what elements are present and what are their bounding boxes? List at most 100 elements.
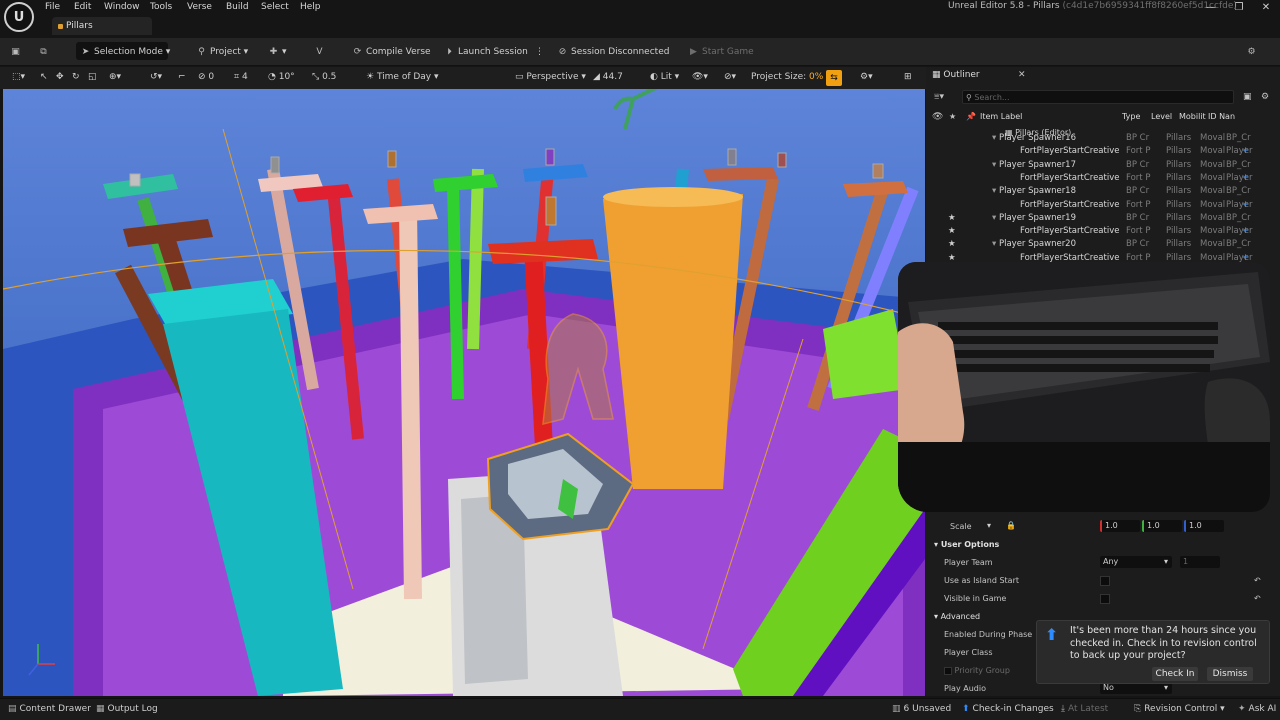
favorite-star-icon[interactable]: ★ (948, 239, 956, 249)
scale-x-field[interactable]: 1.0 (1100, 520, 1140, 532)
favorite-column-icon[interactable]: ★ (949, 112, 956, 121)
filter-icon[interactable]: ⩸▾ (934, 92, 944, 102)
expand-icon[interactable]: ▾ (992, 160, 999, 170)
menu-verse[interactable]: Verse (187, 2, 212, 12)
outliner-close-button[interactable]: ✕ (1018, 70, 1026, 80)
outliner-row[interactable]: FortPlayerStartCreative Fort P Pillars Mova… (926, 200, 1270, 213)
outliner-settings-icon[interactable]: ⚙ (1261, 92, 1269, 102)
add-component-icon[interactable]: + (1242, 173, 1249, 183)
layout-icon[interactable]: ⊞ (904, 72, 912, 82)
unreal-logo[interactable]: U (4, 2, 34, 32)
perspective-button[interactable]: ▭ Perspective ▾ (515, 72, 586, 82)
add-folder-icon[interactable]: ▣ (1243, 92, 1252, 102)
viewport-options-icon[interactable]: ⊘▾ (724, 72, 736, 82)
outliner-row[interactable]: ★ FortPlayerStartCreative Fort P Pillars Mov… (926, 226, 1270, 239)
column-type[interactable]: Type (1122, 112, 1140, 121)
rotate-tool-icon[interactable]: ↻ (72, 72, 80, 82)
use-as-island-start-checkbox[interactable] (1100, 576, 1110, 586)
user-options-section[interactable]: ▾ User Options (934, 540, 999, 549)
reset-island-start-icon[interactable]: ↶ (1254, 576, 1261, 585)
column-mobility[interactable]: Mobilit (1179, 112, 1206, 121)
add-actor-button[interactable]: ✚ ▾ (268, 44, 287, 60)
outliner-tab[interactable]: ▦ Outliner (932, 70, 980, 80)
project-button[interactable]: ⚲ Project ▾ (196, 44, 248, 60)
check-in-button[interactable]: Check In (1152, 667, 1198, 681)
favorite-star-icon[interactable]: ★ (948, 226, 956, 236)
launch-session-button[interactable]: ⏵ Launch Session (444, 44, 528, 60)
column-item-label[interactable]: Item Label (980, 112, 1022, 121)
rotation-snap[interactable]: ⊘ 0 (198, 72, 214, 82)
content-drawer-button[interactable]: ▤ Content Drawer (8, 704, 91, 714)
save-icon[interactable]: ▣ (10, 44, 24, 60)
grid-snap[interactable]: ⌗ 4 (234, 72, 248, 82)
more-options-button[interactable]: ⋮ (535, 44, 544, 60)
angle-snap[interactable]: ◔ 10° (268, 72, 295, 82)
output-log-button[interactable]: ▦ Output Log (96, 704, 158, 714)
realtime-toggle-icon[interactable]: ⇆ (826, 70, 842, 86)
settings-icon[interactable]: ⚙ (1246, 44, 1260, 60)
tab-pillars[interactable]: Pillars (52, 17, 152, 35)
add-component-icon[interactable]: + (1242, 226, 1249, 236)
content-browser-icon[interactable]: ⧉ (38, 44, 52, 60)
compile-verse-button[interactable]: ⟳ Compile Verse (352, 44, 431, 60)
menu-help[interactable]: Help (300, 2, 321, 12)
minimize-button[interactable]: — (1197, 0, 1225, 15)
dismiss-button[interactable]: Dismiss (1207, 667, 1253, 681)
move-tool-icon[interactable]: ✥ (56, 72, 64, 82)
at-latest-status[interactable]: ⤓ At Latest (1061, 704, 1108, 714)
lock-scale-icon[interactable]: 🔒 (1006, 521, 1016, 530)
column-id-name[interactable]: ID Nan (1208, 112, 1235, 121)
player-team-dropdown[interactable]: Any ▾ (1100, 556, 1172, 568)
scale-tool-icon[interactable]: ◱ (88, 72, 97, 82)
favorite-star-icon[interactable]: ★ (948, 213, 956, 223)
session-status[interactable]: ⊘ Session Disconnected (557, 44, 670, 60)
expand-icon[interactable]: ▾ (992, 213, 999, 223)
visibility-icon[interactable]: 👁 (932, 112, 943, 122)
column-level[interactable]: Level (1151, 112, 1172, 121)
level-viewport[interactable] (3, 89, 925, 696)
add-component-icon[interactable]: + (1242, 146, 1249, 156)
outliner-row[interactable]: ▾ Player Spawner18 BP Cr Pillars Moval BP_Cr (926, 186, 1270, 199)
ask-ai-button[interactable]: ✦ Ask AI (1238, 704, 1276, 714)
view-mode-lit[interactable]: ◐ Lit ▾ (650, 72, 679, 82)
expand-icon[interactable]: ▾ (992, 239, 999, 249)
time-of-day-button[interactable]: ☀ Time of Day ▾ (366, 72, 439, 82)
scale-snap[interactable]: ⤡ 0.5 (312, 72, 336, 82)
menu-edit[interactable]: Edit (74, 2, 91, 12)
expand-icon[interactable]: ▾ (992, 186, 999, 196)
menu-window[interactable]: Window (104, 2, 140, 12)
transform-select-icon[interactable]: ⬚▾ (12, 72, 25, 82)
outliner-search-input[interactable]: ⚲ Search... (962, 90, 1234, 104)
checkin-changes-button[interactable]: ⬆ Check-in Changes (962, 704, 1054, 714)
outliner-row[interactable]: FortPlayerStartCreative Fort P Pillars Mova… (926, 173, 1270, 186)
world-local-icon[interactable]: ⊕▾ (109, 72, 121, 82)
outliner-row[interactable]: ▾ Player Spawner16 BP Cr Pillars Moval BP_Cr (926, 133, 1270, 146)
fov-control[interactable]: ◢ 44.7 (593, 72, 623, 82)
select-tool-icon[interactable]: ↖ (40, 72, 48, 82)
surface-snap-icon[interactable]: ↺▾ (150, 72, 162, 82)
selection-mode-button[interactable]: ➤ Selection Mode ▾ (80, 44, 171, 60)
start-game-button[interactable]: ▶ Start Game (688, 44, 754, 60)
outliner-row[interactable]: ★ ▾ Player Spawner19 BP Cr Pillars Moval BP_C… (926, 213, 1270, 226)
reset-visible-icon[interactable]: ↶ (1254, 594, 1261, 603)
pin-icon[interactable]: 📌 (966, 112, 976, 121)
outliner-row[interactable]: ▾ Player Spawner17 BP Cr Pillars Moval BP_Cr (926, 160, 1270, 173)
priority-group-checkbox[interactable] (944, 666, 952, 675)
menu-select[interactable]: Select (261, 2, 289, 12)
unsaved-button[interactable]: ▥ 6 Unsaved (892, 704, 951, 714)
outliner-row[interactable]: FortPlayerStartCreative Fort P Pillars Mova… (926, 146, 1270, 159)
outliner-row[interactable]: ★ ▾ Player Spawner20 BP Cr Pillars Moval BP_C… (926, 239, 1270, 252)
menu-build[interactable]: Build (226, 2, 249, 12)
close-window-button[interactable]: ✕ (1252, 0, 1280, 15)
menu-file[interactable]: File (45, 2, 60, 12)
visible-in-game-checkbox[interactable] (1100, 594, 1110, 604)
menu-tools[interactable]: Tools (150, 2, 172, 12)
revision-control-button[interactable]: ⎘ Revision Control ▾ (1134, 704, 1225, 714)
expand-icon[interactable]: ▾ (992, 133, 999, 143)
advanced-section[interactable]: ▾ Advanced (934, 612, 980, 621)
verse-icon[interactable]: V (314, 44, 328, 60)
add-component-icon[interactable]: + (1242, 200, 1249, 210)
maximize-button[interactable]: ❐ (1225, 0, 1253, 15)
player-team-number[interactable]: 1 (1180, 556, 1220, 568)
scale-mode-dropdown[interactable]: ▾ (944, 520, 996, 532)
